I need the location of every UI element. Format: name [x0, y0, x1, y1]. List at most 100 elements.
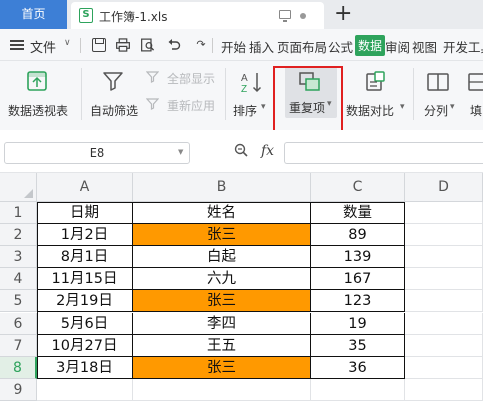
- chevron-down-icon[interactable]: ∨: [64, 38, 71, 48]
- tab-data[interactable]: 数据: [355, 35, 386, 56]
- cell[interactable]: [405, 246, 483, 269]
- tab-review[interactable]: 审阅: [385, 37, 410, 56]
- autofilter-label: 自动筛选: [90, 104, 139, 118]
- row-header-9[interactable]: 9: [0, 378, 37, 401]
- filter-icon: [103, 72, 123, 91]
- spreadsheet-grid: A B C D 1 2 3 4 5 6 7 8 9 日期 姓名 数量 1月2日 张三 89 8月1日 白起 139 11月1…: [0, 173, 483, 411]
- table-cell[interactable]: 8月1日: [37, 246, 133, 269]
- redo-icon[interactable]: ↷: [194, 38, 208, 52]
- spreadsheet-file-icon: S: [79, 8, 93, 23]
- tab-start[interactable]: 开始: [221, 37, 246, 56]
- cell[interactable]: [405, 378, 483, 401]
- table-cell[interactable]: 36: [311, 356, 405, 379]
- cell[interactable]: [133, 378, 311, 401]
- column-header-a[interactable]: A: [37, 173, 133, 202]
- split-column-button[interactable]: 分列 ▾: [418, 64, 458, 118]
- fill-label: 填: [470, 104, 483, 118]
- cell[interactable]: [405, 268, 483, 291]
- cell[interactable]: [405, 202, 483, 224]
- reapply-button[interactable]: 重新应用: [146, 96, 218, 114]
- menu-row: 文件 ∨ ↷ 开始 插入 页面布局 公式 数据 审阅 视图 开发工具: [0, 29, 483, 61]
- table-cell[interactable]: 5月6日: [37, 312, 133, 335]
- table-cell[interactable]: 123: [311, 290, 405, 313]
- pivot-table-button[interactable]: 数据透视表: [4, 64, 72, 118]
- function-icon[interactable]: fx: [261, 143, 274, 159]
- show-all-button[interactable]: 全部显示: [146, 69, 218, 87]
- tab-view[interactable]: 视图: [412, 37, 437, 56]
- row-header-8[interactable]: 8: [0, 356, 37, 379]
- print-icon[interactable]: [116, 38, 130, 52]
- table-cell[interactable]: 白起: [133, 246, 311, 269]
- table-header-cell[interactable]: 数量: [311, 202, 405, 224]
- print-preview-icon[interactable]: [141, 38, 155, 52]
- table-cell[interactable]: 35: [311, 334, 405, 357]
- table-header-cell[interactable]: 姓名: [133, 202, 311, 224]
- column-header-b[interactable]: B: [133, 173, 311, 202]
- tab-page-layout[interactable]: 页面布局: [277, 37, 327, 56]
- hamburger-icon[interactable]: [10, 40, 24, 50]
- unsaved-dot-icon[interactable]: [300, 13, 306, 19]
- tab-formula[interactable]: 公式: [328, 37, 353, 56]
- table-cell[interactable]: 89: [311, 224, 405, 247]
- row-header-1[interactable]: 1: [0, 202, 37, 224]
- tab-developer[interactable]: 开发工具: [443, 37, 483, 56]
- tab-home[interactable]: 首页: [0, 0, 67, 29]
- table-cell[interactable]: 167: [311, 268, 405, 291]
- table-cell[interactable]: 张三: [133, 290, 311, 313]
- save-icon[interactable]: [92, 38, 106, 52]
- split-column-label: 分列: [424, 104, 449, 118]
- row-header-4[interactable]: 4: [0, 268, 37, 291]
- row-header-3[interactable]: 3: [0, 246, 37, 269]
- table-cell[interactable]: 张三: [133, 224, 311, 247]
- undo-icon[interactable]: [167, 38, 181, 52]
- select-all-corner[interactable]: [0, 173, 37, 202]
- monitor-icon[interactable]: [279, 10, 291, 22]
- divider: [80, 38, 81, 53]
- cell[interactable]: [311, 378, 405, 401]
- fill-button[interactable]: 填: [462, 64, 483, 118]
- table-cell[interactable]: 1月2日: [37, 224, 133, 247]
- data-compare-icon: [366, 71, 385, 91]
- row-header-5[interactable]: 5: [0, 290, 37, 313]
- table-cell[interactable]: 2月19日: [37, 290, 133, 313]
- cell[interactable]: [405, 290, 483, 313]
- row-header-6[interactable]: 6: [0, 312, 37, 335]
- column-header-c[interactable]: C: [311, 173, 405, 202]
- table-cell[interactable]: 张三: [133, 356, 311, 379]
- tab-workbook-label: 工作簿-1.xls: [99, 10, 168, 24]
- filter-clear-icon: [146, 71, 159, 83]
- row-header-7[interactable]: 7: [0, 334, 37, 357]
- cell[interactable]: [405, 356, 483, 379]
- tab-workbook[interactable]: S 工作簿-1.xls: [71, 2, 324, 29]
- chevron-down-icon[interactable]: ▼: [178, 148, 183, 156]
- table-cell[interactable]: 139: [311, 246, 405, 269]
- table-cell[interactable]: 王五: [133, 334, 311, 357]
- zoom-icon[interactable]: [234, 143, 248, 157]
- divider: [413, 68, 414, 120]
- sort-icon: A Z: [241, 73, 262, 94]
- column-header-d[interactable]: D: [405, 173, 483, 202]
- cell[interactable]: [405, 224, 483, 247]
- name-box[interactable]: E8: [4, 142, 190, 164]
- table-cell[interactable]: 李四: [133, 312, 311, 335]
- formula-input[interactable]: [284, 142, 483, 164]
- row-header-2[interactable]: 2: [0, 224, 37, 247]
- tab-insert[interactable]: 插入: [249, 37, 274, 56]
- data-compare-button[interactable]: 数据对比 ▾: [345, 64, 409, 118]
- sort-label: 排序: [233, 104, 258, 118]
- cell[interactable]: [37, 378, 133, 401]
- cell[interactable]: [405, 312, 483, 335]
- autofilter-button[interactable]: 自动筛选: [85, 64, 143, 118]
- sort-button[interactable]: A Z 排序 ▾: [230, 64, 272, 118]
- table-cell[interactable]: 10月27日: [37, 334, 133, 357]
- file-menu[interactable]: 文件: [30, 37, 56, 56]
- new-tab-button[interactable]: +: [334, 1, 352, 27]
- table-cell[interactable]: 六九: [133, 268, 311, 291]
- table-cell[interactable]: 3月18日: [37, 356, 133, 379]
- split-column-icon: [427, 73, 449, 91]
- table-header-cell[interactable]: 日期: [37, 202, 133, 224]
- cell[interactable]: [405, 334, 483, 357]
- table-cell[interactable]: 19: [311, 312, 405, 335]
- table-cell[interactable]: 11月15日: [37, 268, 133, 291]
- chevron-down-icon: ▾: [450, 102, 455, 112]
